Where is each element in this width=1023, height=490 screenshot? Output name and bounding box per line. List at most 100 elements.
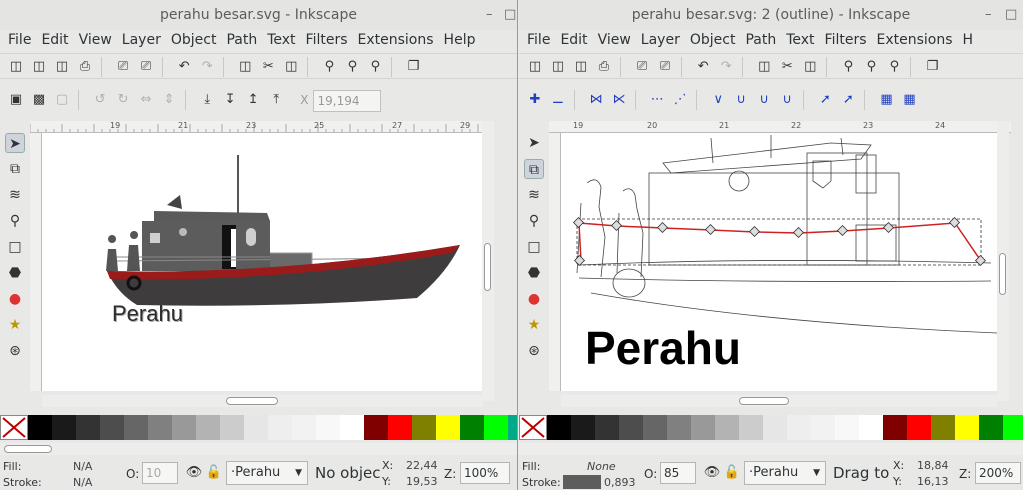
color-swatch[interactable] — [763, 415, 787, 440]
color-swatch[interactable] — [220, 415, 244, 440]
star-tool-icon[interactable]: ★ — [5, 315, 25, 335]
export-icon[interactable]: ⎚ — [655, 57, 675, 77]
menu-help[interactable]: Help — [436, 30, 476, 50]
node-tool-icon[interactable]: ⧉ — [524, 159, 544, 179]
zoom-selection-icon[interactable]: ⚲ — [838, 57, 858, 77]
zoom-page-icon[interactable]: ⚲ — [365, 57, 385, 77]
color-swatch[interactable] — [595, 415, 619, 440]
menu-view[interactable]: View — [590, 30, 631, 50]
no-color-swatch[interactable] — [0, 415, 28, 440]
3d-box-tool-icon[interactable]: ⬣ — [5, 263, 25, 283]
node-smooth-icon[interactable]: ∪ — [731, 90, 751, 110]
color-swatch[interactable] — [787, 415, 811, 440]
menu-extensions[interactable]: Extensions — [869, 30, 953, 50]
color-swatch[interactable] — [268, 415, 292, 440]
canvas-caption-text[interactable]: Perahu — [585, 323, 741, 373]
delete-segment-icon[interactable]: ⋰ — [670, 90, 690, 110]
vertical-ruler[interactable] — [549, 133, 561, 391]
menu-path[interactable]: Path — [737, 30, 776, 50]
save-icon[interactable]: ◫ — [571, 57, 591, 77]
redo-icon[interactable]: ↷ — [716, 57, 736, 77]
horizontal-ruler[interactable]: 19 21 23 25 27 29 — [30, 121, 482, 133]
menu-layer[interactable]: Layer — [633, 30, 680, 50]
minimize-button[interactable]: – — [985, 7, 992, 23]
fill-value[interactable]: None — [587, 460, 616, 473]
color-swatch[interactable] — [196, 415, 220, 440]
lower-icon[interactable]: ↧ — [220, 90, 240, 110]
eye-icon[interactable]: 👁 — [702, 463, 722, 483]
zoom-spinbox[interactable]: 200% — [975, 462, 1021, 484]
duplicate-icon[interactable]: ❐ — [403, 57, 423, 77]
color-swatch[interactable] — [667, 415, 691, 440]
color-swatch[interactable] — [931, 415, 955, 440]
horizontal-ruler[interactable]: 19 20 21 22 23 24 — [549, 121, 1011, 133]
menu-filters[interactable]: Filters — [298, 30, 348, 50]
lock-icon[interactable]: 🔓 — [722, 463, 742, 483]
lock-icon[interactable]: 🔓 — [204, 463, 224, 483]
ellipse-tool-icon[interactable]: ● — [524, 289, 544, 309]
canvas-caption-text[interactable]: Perahu — [112, 301, 183, 327]
deselect-icon[interactable]: ▢ — [52, 90, 72, 110]
title-bar[interactable]: perahu besar.svg - Inkscape – □ — [0, 0, 517, 30]
raise-icon[interactable]: ↥ — [243, 90, 263, 110]
paste-icon[interactable]: ◫ — [800, 57, 820, 77]
color-swatch[interactable] — [412, 415, 436, 440]
color-swatch[interactable] — [979, 415, 1003, 440]
menu-extensions[interactable]: Extensions — [350, 30, 434, 50]
color-swatch[interactable] — [340, 415, 364, 440]
color-swatch[interactable] — [1003, 415, 1023, 440]
rotate-ccw-icon[interactable]: ↺ — [90, 90, 110, 110]
color-swatch[interactable] — [643, 415, 667, 440]
node-cusp-icon[interactable]: ∨ — [708, 90, 728, 110]
menu-edit[interactable]: Edit — [33, 30, 68, 50]
node-auto-icon[interactable]: ∪ — [777, 90, 797, 110]
star-tool-icon[interactable]: ★ — [524, 315, 544, 335]
color-swatch[interactable] — [292, 415, 316, 440]
segment-line-icon[interactable]: ➚ — [815, 90, 835, 110]
color-swatch[interactable] — [715, 415, 739, 440]
stroke-value[interactable]: N/A — [73, 476, 92, 489]
stroke-color-swatch[interactable] — [563, 475, 601, 489]
menu-object[interactable]: Object — [682, 30, 736, 50]
zoom-drawing-icon[interactable]: ⚲ — [342, 57, 362, 77]
horizontal-scrollbar[interactable] — [561, 395, 997, 407]
menu-text[interactable]: Text — [778, 30, 814, 50]
join-segment-icon[interactable]: ⋯ — [647, 90, 667, 110]
color-swatch[interactable] — [76, 415, 100, 440]
color-swatch[interactable] — [124, 415, 148, 440]
rotate-cw-icon[interactable]: ↻ — [113, 90, 133, 110]
selector-tool-icon[interactable]: ➤ — [5, 133, 25, 153]
x-coordinate-field[interactable]: 19,194 — [312, 90, 381, 112]
join-nodes-icon[interactable]: ⋈ — [586, 90, 606, 110]
layer-dropdown[interactable]: ·Perahu ▼ — [744, 461, 826, 485]
menu-file[interactable]: File — [519, 30, 550, 50]
copy-icon[interactable]: ◫ — [235, 57, 255, 77]
menu-view[interactable]: View — [71, 30, 112, 50]
open-icon[interactable]: ◫ — [548, 57, 568, 77]
menu-layer[interactable]: Layer — [114, 30, 161, 50]
color-swatch[interactable] — [691, 415, 715, 440]
maximize-button[interactable]: □ — [1005, 7, 1017, 23]
drawing-canvas[interactable]: Perahu — [561, 133, 997, 391]
raise-top-icon[interactable]: ⤒ — [266, 90, 286, 110]
rectangle-tool-icon[interactable]: □ — [5, 237, 25, 257]
ellipse-tool-icon[interactable]: ● — [5, 289, 25, 309]
color-swatch[interactable] — [460, 415, 484, 440]
cut-icon[interactable]: ✂ — [258, 57, 278, 77]
layer-dropdown[interactable]: ·Perahu ▼ — [226, 461, 308, 485]
cut-icon[interactable]: ✂ — [777, 57, 797, 77]
menu-text[interactable]: Text — [259, 30, 295, 50]
maximize-button[interactable]: □ — [504, 7, 516, 23]
color-swatch[interactable] — [883, 415, 907, 440]
3d-box-tool-icon[interactable]: ⬣ — [524, 263, 544, 283]
zoom-page-icon[interactable]: ⚲ — [884, 57, 904, 77]
tweak-tool-icon[interactable]: ≋ — [5, 185, 25, 205]
delete-node-icon[interactable]: ⚊ — [548, 90, 568, 110]
spiral-tool-icon[interactable]: ⊛ — [524, 341, 544, 361]
undo-icon[interactable]: ↶ — [693, 57, 713, 77]
spiral-tool-icon[interactable]: ⊛ — [5, 341, 25, 361]
tweak-tool-icon[interactable]: ≋ — [524, 185, 544, 205]
color-swatch[interactable] — [364, 415, 388, 440]
zoom-drawing-icon[interactable]: ⚲ — [861, 57, 881, 77]
color-swatch[interactable] — [907, 415, 931, 440]
